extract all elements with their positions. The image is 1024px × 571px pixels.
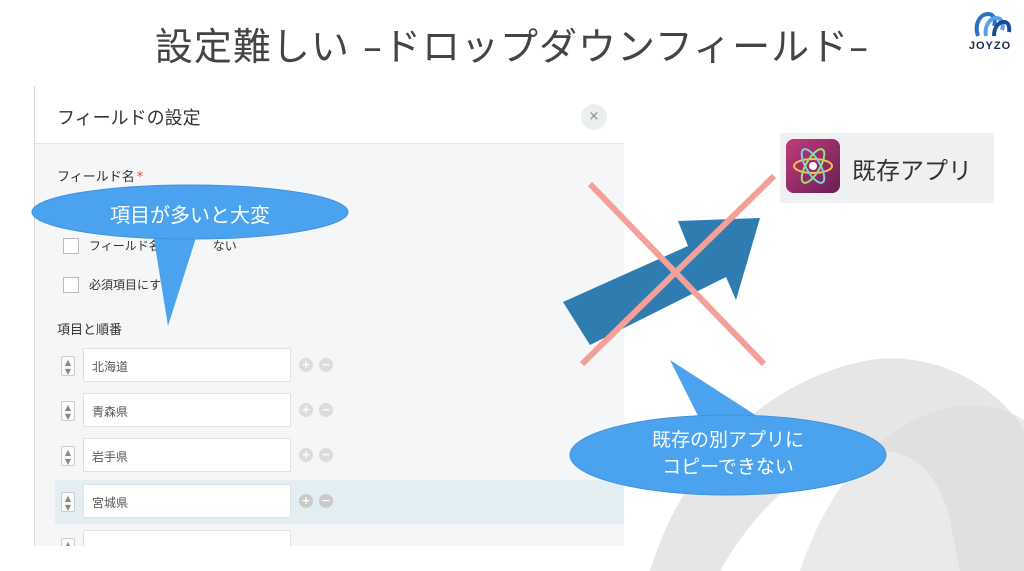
callout-cannot-copy-text: 既存の別アプリに コピーできない [572,427,884,481]
hide-label-checkbox-row[interactable]: フィールド名 ない [63,237,237,254]
option-row: ▲ ▼ 北海道 + − [55,344,624,388]
hide-label-checkbox[interactable] [63,237,79,254]
option-input-partial[interactable] [83,530,291,546]
option-row-partial: ▲▼ [55,526,624,546]
add-option-button[interactable]: + [299,403,313,417]
remove-option-button[interactable]: − [319,358,333,372]
option-input[interactable]: 北海道 [83,348,291,382]
slide-title: 設定難しい –ドロップダウンフィールド– [154,25,870,69]
add-option-button[interactable]: + [299,358,313,372]
drag-handle-icon[interactable]: ▲▼ [61,446,75,466]
field-name-label-text: フィールド名 [57,170,135,185]
hide-label-checkbox-label-tail: ない [212,239,237,253]
required-checkbox-row[interactable]: 必須項目にす [63,276,161,293]
remove-option-button[interactable]: − [319,403,333,417]
logo-mark-icon [974,11,1012,37]
option-input[interactable]: 宮城県 [83,484,291,518]
add-option-button[interactable]: + [299,494,313,508]
drag-handle-icon[interactable]: ▲▼ [61,356,75,376]
drag-handle-icon[interactable]: ▲▼ [61,401,75,421]
remove-option-button[interactable]: − [319,494,333,508]
option-input[interactable]: 岩手県 [83,438,291,472]
option-row: ▲ ▼ 岩手県 + − [55,434,624,478]
field-name-label: フィールド名 * [57,166,143,185]
dialog-title: フィールドの設定 [57,108,201,129]
required-mark: * [136,170,144,185]
option-input[interactable]: 青森県 [83,393,291,427]
callout-cannot-copy-line1: 既存の別アプリに [651,429,804,451]
drag-handle-icon[interactable]: ▲▼ [61,538,75,546]
options-section-label: 項目と順番 [57,323,123,338]
drag-handle-icon[interactable]: ▲▼ [61,492,75,512]
app-name: 既存アプリ [852,157,972,185]
required-checkbox[interactable] [63,276,79,293]
option-row: ▲ ▼ 青森県 + − [55,389,624,433]
close-button[interactable]: × [581,104,607,130]
hide-label-checkbox-label: フィールド名 [89,239,161,253]
existing-app-tile[interactable]: 既存アプリ [780,133,994,203]
callout-cannot-copy-line2: コピーできない [662,456,794,478]
callout-many-items-text: 項目が多いと大変 [110,203,270,227]
remove-option-button[interactable]: − [319,448,333,462]
field-settings-dialog: フィールドの設定 × フィールド名 * フィールド名 ない 必須項目にす 項目と順番… [34,86,624,546]
option-row-highlighted: ▲ ▼ 宮城県 + − [55,480,624,524]
required-checkbox-label: 必須項目にす [89,278,162,292]
joyzo-logo: JOYZO [960,6,1020,58]
logo-text: JOYZO [968,40,1012,52]
atom-icon [786,139,840,193]
add-option-button[interactable]: + [299,448,313,462]
dialog-header: フィールドの設定 × [35,86,624,144]
